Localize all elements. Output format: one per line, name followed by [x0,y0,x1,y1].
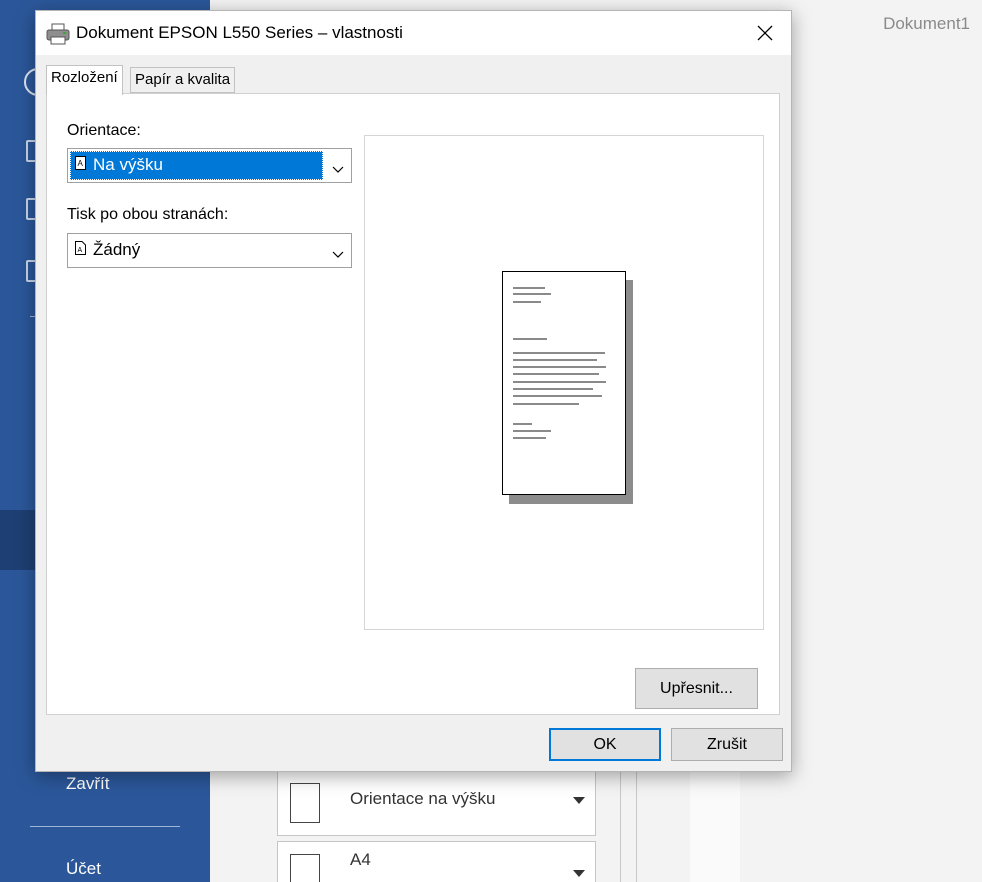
duplex-value: Žádný [93,240,141,259]
printer-icon [46,23,70,50]
page-icon [290,854,320,882]
advanced-button[interactable]: Upřesnit... [635,668,758,709]
orientation-option[interactable]: Orientace na výšku [277,770,596,836]
sidebar-divider [30,826,180,827]
preview-pane-edge [690,772,740,882]
orientation-option-label: Orientace na výšku [350,789,496,808]
orientation-value: Na výšku [93,155,163,174]
portrait-page-icon [290,783,320,823]
svg-text:A: A [78,159,84,168]
close-button[interactable] [749,19,781,47]
dialog-title: Dokument EPSON L550 Series – vlastnosti [76,23,403,42]
cancel-button[interactable]: Zrušit [671,728,783,761]
orientation-dropdown[interactable]: A Na výšku [67,148,352,183]
orientation-label: Orientace: [67,122,141,139]
printer-properties-dialog: Dokument EPSON L550 Series – vlastnosti … [35,10,792,772]
ok-button[interactable]: OK [549,728,661,761]
duplex-dropdown[interactable]: A Žádný [67,233,352,268]
tab-layout[interactable]: Rozložení [46,65,123,95]
dialog-titlebar[interactable]: Dokument EPSON L550 Series – vlastnosti [36,11,791,55]
tab-paper-quality[interactable]: Papír a kvalita [130,67,236,93]
column-divider [636,772,637,882]
paper-size-label: A4 [350,850,371,869]
document-title: Dokument1 [883,14,970,33]
chevron-down-icon [332,246,344,264]
layout-preview [364,135,764,630]
column-divider [620,772,621,882]
layout-tab-panel: Orientace: A Na výšku Tisk po obou stran… [46,93,780,715]
sidebar-item-close[interactable]: Zavřít [66,774,109,794]
sidebar-item-account[interactable]: Účet [66,859,101,879]
dropdown-arrow-icon [573,797,585,804]
single-sided-icon: A [75,241,86,260]
svg-text:A: A [78,247,83,254]
dropdown-arrow-icon [573,870,585,877]
chevron-down-icon [332,161,344,179]
duplex-label: Tisk po obou stranách: [67,206,229,223]
portrait-orientation-icon: A [75,156,86,175]
close-icon [757,25,773,41]
preview-page [502,271,626,495]
paper-size-option[interactable]: A4 [277,841,596,882]
